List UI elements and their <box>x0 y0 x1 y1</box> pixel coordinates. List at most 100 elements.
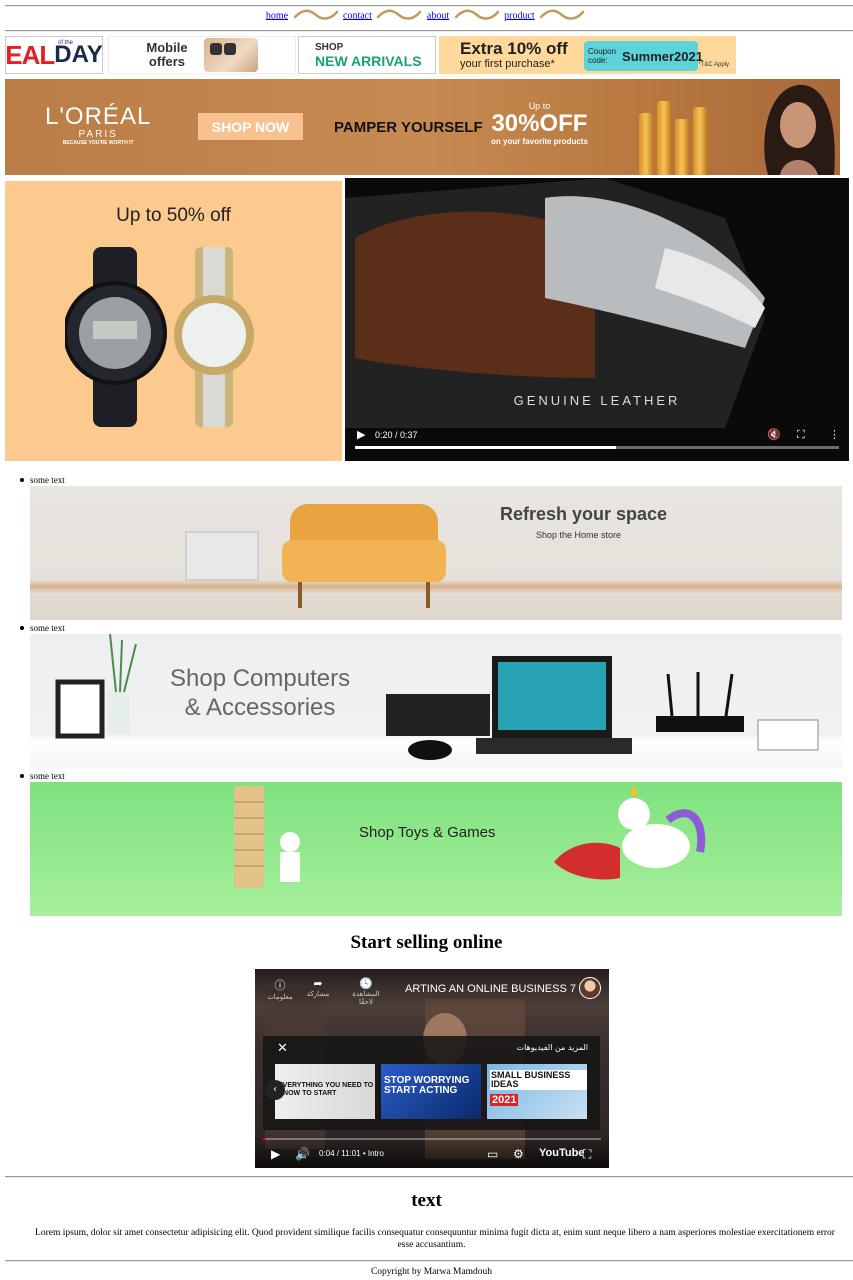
youtube-progress-bar[interactable] <box>263 1138 601 1140</box>
start-selling-heading: Start selling online <box>350 932 503 953</box>
thumbnail-title: STOP WORRYING START ACTING <box>384 1075 470 1096</box>
close-icon[interactable]: ✕ <box>277 1041 288 1056</box>
loreal-city: PARIS <box>78 129 118 140</box>
footer-divider-top <box>5 1176 853 1178</box>
list-item: some text <box>20 771 65 781</box>
watch-sale-image[interactable]: Up to 50% off <box>5 181 342 461</box>
computers-title-line2: & Accessories <box>184 694 336 721</box>
home-store-subtitle: Shop the Home store <box>536 530 622 540</box>
nav-link-contact[interactable]: contact <box>343 10 372 21</box>
home-store-banner[interactable]: Refresh your space Shop the Home store <box>30 486 842 620</box>
computers-title: Shop Computers & Accessories <box>170 664 350 722</box>
play-icon[interactable]: ▶ <box>271 1147 280 1161</box>
info-label: معلومات <box>267 994 293 1001</box>
nav-divider <box>5 30 853 32</box>
phone-image <box>203 38 258 72</box>
squiggle-divider-icon <box>539 9 585 20</box>
top-nav: home contact about product <box>0 9 853 23</box>
youtube-embed-player[interactable]: ⓘ معلومات ➦ مشاركة 🕓 المشاهدة لاحقًا ARTING… <box>255 969 609 1168</box>
toys-banner[interactable]: Shop Toys & Games <box>30 782 842 916</box>
loreal-tagline: BECAUSE YOU'RE WORTH IT <box>62 140 134 146</box>
more-videos-title: المزيد من الفيديوهات <box>516 1043 588 1052</box>
coupon-promo[interactable]: Extra 10% off your first purchase* Coupo… <box>439 36 736 74</box>
video-progress-fill <box>355 446 617 449</box>
top-divider <box>5 5 853 7</box>
computers-banner[interactable]: Shop Computers & Accessories <box>30 634 842 768</box>
youtube-progress-fill <box>263 1138 267 1140</box>
thumbnail-title: EVERYTHING YOU NEED TO KNOW TO START <box>278 1082 374 1097</box>
fullscreen-icon[interactable]: ⛶ <box>797 428 805 442</box>
squiggle-divider-icon <box>377 9 422 20</box>
channel-avatar[interactable] <box>579 977 601 999</box>
footer-divider-bottom <box>5 1260 853 1262</box>
squiggle-divider-icon <box>293 9 338 20</box>
loreal-discount: Up to 30%OFF on your favorite products <box>491 101 588 146</box>
video-progress-bar[interactable] <box>355 446 839 449</box>
coupon-code-box: Coupon code: Summer2021 <box>584 41 703 71</box>
computers-products-image <box>386 656 819 760</box>
footer-heading: text <box>411 1190 442 1211</box>
video-title[interactable]: ARTING AN ONLINE BUSINESS 7 <box>405 983 576 995</box>
chevron-left-icon[interactable]: ‹ <box>265 1080 285 1100</box>
thumbnail-title: SMALL BUSINESS IDEAS <box>490 1070 587 1090</box>
info-icon[interactable]: ⓘ معلومات <box>265 977 295 1001</box>
tc-apply-label: *T&C Apply <box>698 62 729 68</box>
share-icon[interactable]: ➦ مشاركة <box>303 977 333 998</box>
copyright-text: Copyright by Marwa Mamdouh <box>370 1267 493 1277</box>
video-caption: GENUINE LEATHER <box>513 393 681 408</box>
volume-icon[interactable]: 🔊 <box>295 1147 310 1161</box>
jenga-tower-image <box>234 786 300 888</box>
play-icon[interactable]: ▶ <box>357 428 365 441</box>
refresh-space-title: Refresh your space <box>500 504 668 524</box>
watch-later-icon[interactable]: 🕓 المشاهدة لاحقًا <box>351 977 381 1006</box>
percent-off-label: 30%OFF <box>491 110 588 137</box>
more-options-icon[interactable]: ⋮ <box>829 428 840 441</box>
loreal-brand: L'ORÉAL <box>45 103 152 130</box>
favorite-products-label: on your favorite products <box>491 137 588 146</box>
shop-label: SHOP <box>315 41 344 53</box>
more-videos-panel: ✕ المزيد من الفيديوهات EVERYTHING YOU NE… <box>263 1036 600 1130</box>
video-time: 0:20 / 0:37 <box>375 430 418 440</box>
youtube-logo[interactable]: YouTube <box>539 1147 584 1159</box>
model-portrait-image <box>764 84 835 175</box>
coupon-code-label: Coupon code: <box>588 47 617 65</box>
mobile-offers-line1: Mobile <box>146 40 188 55</box>
subtitles-icon[interactable]: ▭ <box>487 1147 498 1161</box>
list-item: some text <box>20 475 65 485</box>
extra-off-label: Extra 10% off <box>460 39 568 58</box>
share-label: مشاركة <box>306 991 330 998</box>
deal-of-the-day-promo[interactable]: EAL of the DAY <box>5 36 103 74</box>
nav-link-home[interactable]: home <box>266 10 288 21</box>
video-thumbnail[interactable]: EVERYTHING YOU NEED TO KNOW TO START <box>275 1064 375 1119</box>
youtube-controls: ▶ 🔊 0:04 / 11:01 • Intro ▭ ⚙ YouTube ⛶ <box>255 1134 609 1168</box>
thumbnail-year: 2021 <box>490 1094 519 1106</box>
nav-link-about[interactable]: about <box>427 10 449 21</box>
deal-word: EAL <box>5 39 55 70</box>
video-controls: ▶ 0:20 / 0:37 🔇 ⛶ ⋮ <box>345 421 849 461</box>
youtube-time: 0:04 / 11:01 • Intro <box>319 1149 384 1158</box>
squiggle-divider-icon <box>454 9 499 20</box>
video-thumbnail[interactable]: SMALL BUSINESS IDEAS 2021 <box>487 1064 587 1119</box>
computers-title-line1: Shop Computers <box>170 665 351 692</box>
shop-now-button[interactable]: SHOP NOW <box>198 113 303 140</box>
toy-unicorn-image <box>554 784 706 880</box>
watch-video-player[interactable]: GENUINE LEATHER ▶ 0:20 / 0:37 🔇 ⛶ ⋮ <box>345 178 849 461</box>
nav-link-product[interactable]: product <box>504 10 535 21</box>
watch-later-label: المشاهدة لاحقًا <box>352 991 380 1006</box>
loreal-logo: L'ORÉAL PARIS BECAUSE YOU'RE WORTH IT <box>45 103 152 147</box>
loreal-banner[interactable]: L'ORÉAL PARIS BECAUSE YOU'RE WORTH IT SH… <box>5 79 840 175</box>
fullscreen-icon[interactable]: ⛶ <box>583 1147 591 1162</box>
settings-icon[interactable]: ⚙ <box>513 1147 524 1161</box>
coupon-offer-text: Extra 10% off your first purchase* <box>460 39 568 71</box>
list-item: some text <box>20 623 65 633</box>
new-arrivals-label: NEW ARRIVALS <box>315 52 422 69</box>
video-top-bar: ⓘ معلومات ➦ مشاركة 🕓 المشاهدة لاحقًا ARTING… <box>255 969 609 1007</box>
watches-image <box>65 247 254 427</box>
mobile-offers-promo[interactable]: Mobile offers <box>108 36 296 74</box>
coupon-code-value: Summer2021 <box>622 48 703 64</box>
mute-icon[interactable]: 🔇 <box>767 428 781 441</box>
lorem-paragraph-line1: Lorem ipsum, dolor sit amet consectetur … <box>35 1228 835 1238</box>
new-arrivals-promo[interactable]: SHOP NEW ARRIVALS <box>298 36 436 74</box>
mobile-offers-label: Mobile offers <box>146 41 187 69</box>
video-thumbnail[interactable]: STOP WORRYING START ACTING <box>381 1064 481 1119</box>
